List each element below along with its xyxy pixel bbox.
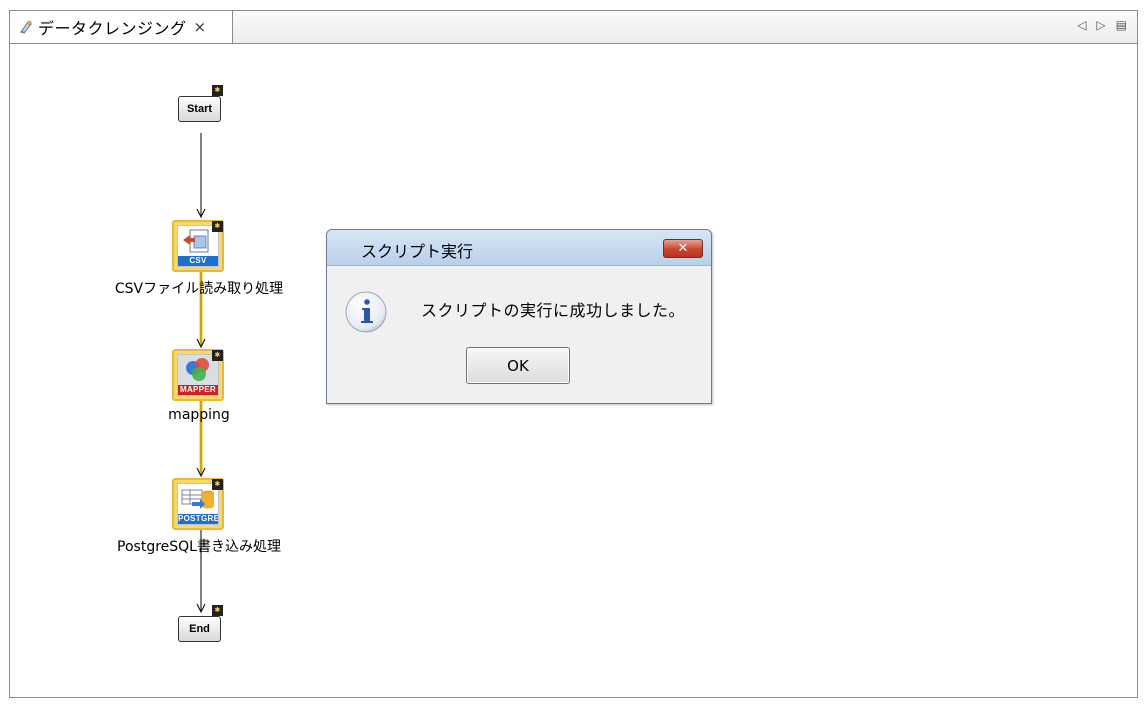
dialog-message: スクリプトの実行に成功しました。 bbox=[421, 301, 686, 320]
close-icon[interactable]: × bbox=[194, 18, 207, 36]
badge-icon: ✱ bbox=[212, 221, 223, 232]
script-icon bbox=[18, 19, 34, 35]
badge-icon: ✱ bbox=[212, 479, 223, 490]
dialog-titlebar[interactable]: スクリプト実行 ✕ bbox=[327, 230, 711, 266]
node-label: mapping bbox=[168, 407, 230, 423]
tab-prev-icon[interactable]: ◁ bbox=[1077, 18, 1086, 32]
info-icon bbox=[344, 290, 388, 334]
node-label: PostgreSQL書き込み処理 bbox=[117, 539, 281, 555]
node-banner: CSV bbox=[178, 256, 218, 266]
editor-tab[interactable]: データクレンジング × bbox=[9, 10, 233, 43]
badge-icon: ✱ bbox=[212, 85, 223, 96]
script-run-dialog: スクリプト実行 ✕ スクリプトの実行に成功しました。 OK bbox=[326, 229, 712, 404]
editor-tab-title: データクレンジング bbox=[38, 19, 187, 38]
node-label: CSVファイル読み取り処理 bbox=[114, 281, 284, 297]
editor-tab-bar: データクレンジング × ◁ ▷ ▤ bbox=[9, 10, 1137, 44]
tab-next-icon[interactable]: ▷ bbox=[1096, 18, 1105, 32]
ok-button[interactable]: OK bbox=[466, 347, 570, 384]
mapping-node[interactable]: MAPPER ✱ bbox=[172, 349, 224, 401]
dialog-title: スクリプト実行 bbox=[361, 242, 474, 261]
badge-icon: ✱ bbox=[212, 605, 223, 616]
node-banner: POSTGRE bbox=[178, 514, 219, 524]
node-banner: MAPPER bbox=[178, 385, 218, 395]
end-node[interactable]: End bbox=[178, 616, 221, 642]
postgresql-write-node[interactable]: POSTGRE ✱ bbox=[172, 478, 224, 530]
tab-list-icon[interactable]: ▤ bbox=[1116, 18, 1127, 32]
badge-icon: ✱ bbox=[212, 350, 223, 361]
tab-controls: ◁ ▷ ▤ bbox=[1077, 18, 1127, 32]
csv-read-node[interactable]: CSV ✱ bbox=[172, 220, 224, 272]
start-node[interactable]: Start bbox=[178, 96, 221, 122]
close-button[interactable]: ✕ bbox=[663, 239, 703, 258]
